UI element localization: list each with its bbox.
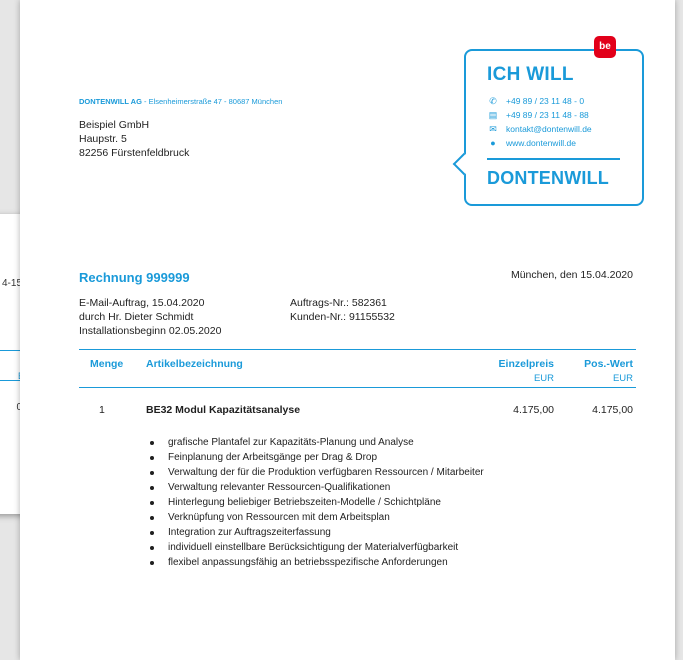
feature-item: Integration zur Auftragszeiterfassung bbox=[146, 526, 506, 539]
feature-item: Hinterlegung beliebiger Betriebszeiten-M… bbox=[146, 496, 506, 509]
contact-list: ✆ +49 89 / 23 11 48 - 0 ▤ +49 89 / 23 11… bbox=[488, 94, 592, 150]
header-unit-price: Einzelpreis bbox=[498, 358, 554, 370]
line-item-name: BE32 Modul Kapazitätsanalyse bbox=[146, 404, 301, 416]
contact-email: ✉ kontakt@dontenwill.de bbox=[488, 122, 592, 136]
sender-line: DONTENWILL AG - Elsenheimerstraße 47 - 8… bbox=[79, 97, 282, 106]
invoice-date: München, den 15.04.2020 bbox=[510, 269, 633, 281]
customer-number: Kunden-Nr.: 91155532 bbox=[290, 311, 395, 323]
contact-web-text: www.dontenwill.de bbox=[506, 138, 576, 148]
recipient-street: Haupstr. 5 bbox=[79, 133, 127, 145]
sender-company: DONTENWILL AG bbox=[79, 97, 142, 106]
background-date-fragment: 4-15 bbox=[1, 278, 22, 289]
feature-item: individuell einstellbare Berücksichtigun… bbox=[146, 541, 506, 554]
order-source: E-Mail-Auftrag, 15.04.2020 bbox=[79, 297, 205, 309]
recipient-address: Beispiel GmbH Haupstr. 5 82256 Fürstenfe… bbox=[79, 118, 189, 160]
table-top-rule bbox=[79, 349, 636, 350]
currency-position-value: EUR bbox=[612, 373, 633, 384]
header-description: Artikelbezeichnung bbox=[146, 358, 243, 370]
recipient-city: 82256 Fürstenfeldbruck bbox=[79, 147, 190, 159]
be-badge-icon: be bbox=[594, 36, 616, 58]
invoice-title: Rechnung 999999 bbox=[79, 270, 190, 285]
feature-item: Verwaltung der für die Produktion verfüg… bbox=[146, 466, 506, 479]
order-numbers: Auftrags-Nr.: 582361 Kunden-Nr.: 9115553… bbox=[290, 296, 395, 324]
line-item-total: 4.175,00 bbox=[592, 404, 633, 416]
table-header-rule bbox=[79, 387, 636, 388]
logo-slogan: ICH WILL bbox=[487, 64, 574, 85]
currency-unit-price: EUR bbox=[533, 373, 554, 384]
feature-item: Verknüpfung von Ressourcen mit dem Arbei… bbox=[146, 511, 506, 524]
logo-wordmark: DONTENWILL bbox=[487, 168, 609, 188]
order-contact: durch Hr. Dieter Schmidt bbox=[79, 311, 194, 323]
line-item-unit-price: 4.175,00 bbox=[513, 404, 554, 416]
order-info: E-Mail-Auftrag, 15.04.2020 durch Hr. Die… bbox=[79, 296, 221, 338]
feature-item: Feinplanung der Arbeitsgänge per Drag & … bbox=[146, 451, 506, 464]
feature-item: Verwaltung relevanter Ressourcen-Qualifi… bbox=[146, 481, 506, 494]
contact-web: ● www.dontenwill.de bbox=[488, 136, 592, 150]
mail-icon: ✉ bbox=[489, 124, 497, 134]
contact-fax-text: +49 89 / 23 11 48 - 88 bbox=[506, 110, 589, 120]
fax-icon: ▤ bbox=[488, 110, 498, 120]
contact-fax: ▤ +49 89 / 23 11 48 - 88 bbox=[488, 108, 592, 122]
installation-start: Installationsbeginn 02.05.2020 bbox=[79, 325, 222, 337]
sender-address: - Elsenheimerstraße 47 - 80687 München bbox=[141, 97, 283, 106]
recipient-name: Beispiel GmbH bbox=[79, 119, 150, 131]
line-item-qty: 1 bbox=[99, 404, 105, 416]
header-position-value: Pos.-Wert bbox=[584, 358, 633, 370]
feature-item: flexibel anpassungsfähig an betriebsspez… bbox=[146, 556, 506, 569]
logo-divider bbox=[487, 158, 620, 160]
invoice-page: DONTENWILL AG - Elsenheimerstraße 47 - 8… bbox=[20, 0, 675, 660]
globe-icon: ● bbox=[490, 138, 496, 148]
contact-email-text: kontakt@dontenwill.de bbox=[506, 124, 592, 134]
phone-icon: ✆ bbox=[489, 96, 497, 106]
feature-list: grafische Plantafel zur Kapazitäts-Planu… bbox=[146, 436, 506, 571]
contact-phone: ✆ +49 89 / 23 11 48 - 0 bbox=[488, 94, 592, 108]
feature-item: grafische Plantafel zur Kapazitäts-Planu… bbox=[146, 436, 506, 449]
order-number: Auftrags-Nr.: 582361 bbox=[290, 297, 387, 309]
header-qty: Menge bbox=[90, 358, 124, 370]
contact-phone-text: +49 89 / 23 11 48 - 0 bbox=[506, 96, 585, 106]
